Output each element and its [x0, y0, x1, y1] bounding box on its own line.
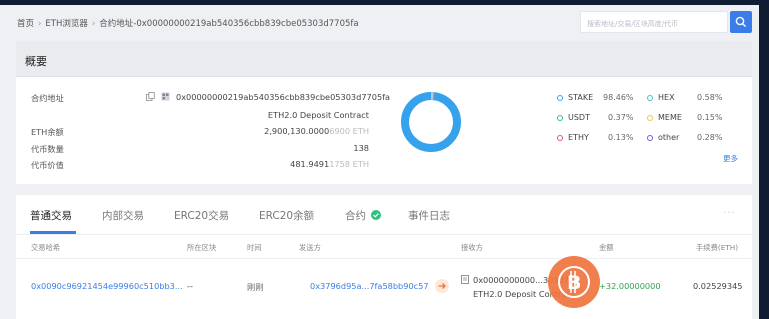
more-link[interactable]: 更多: [723, 153, 738, 164]
col-header-amount: 金额: [599, 243, 614, 252]
contract-address-label: 合约地址: [31, 93, 64, 103]
tab-contract[interactable]: 合约: [345, 208, 382, 223]
eth-balance-dim: 6900 ETH: [329, 126, 369, 136]
legend-pct-ethy: 0.13%: [608, 133, 634, 142]
tx-amount: +32.00000000: [599, 281, 661, 291]
tx-hash[interactable]: 0x0090c96921454e99960c510bb3...: [31, 281, 183, 291]
chevron-right-icon: ›: [38, 19, 42, 29]
tab-bar: 普通交易 内部交易 ERC20交易 ERC20余额 合约 事件日志 ···: [16, 195, 752, 235]
bitcoin-watermark-icon: B: [548, 256, 600, 308]
legend-name: USDT: [568, 113, 590, 122]
tx-fee: 0.02529345: [693, 281, 743, 291]
legend-pct-other: 0.28%: [697, 133, 723, 142]
copy-icon[interactable]: [146, 92, 155, 101]
col-header-to: 接收方: [461, 243, 483, 252]
donut-ring-main: [401, 92, 461, 152]
search-icon: [735, 16, 746, 27]
chevron-right-icon: ›: [91, 19, 96, 29]
col-header-hash: 交易哈希: [31, 243, 61, 252]
legend-ethy: ETHY: [557, 133, 589, 142]
legend-dot-icon: [647, 94, 653, 101]
legend-pct-hex: 0.58%: [697, 93, 723, 102]
token-count-label: 代币数量: [31, 144, 64, 154]
token-distribution-donut: [401, 92, 461, 152]
transactions-card: 普通交易 内部交易 ERC20交易 ERC20余额 合约 事件日志 ··· 交易…: [16, 195, 752, 319]
more-tabs-icon[interactable]: ···: [723, 208, 736, 219]
breadcrumb-explorer[interactable]: ETH浏览器: [45, 19, 87, 29]
legend-dot-icon: [647, 114, 653, 121]
legend-name: STAKE: [568, 93, 594, 102]
col-header-time: 时间: [247, 243, 262, 252]
legend-hex: HEX: [647, 93, 675, 102]
tab-event-logs[interactable]: 事件日志: [408, 208, 450, 223]
search-input[interactable]: 搜索地址/交易/区块高度/代币: [580, 11, 728, 33]
legend-dot-icon: [557, 134, 563, 141]
top-bar: [0, 0, 769, 5]
breadcrumb: 首页 › ETH浏览器 › 合约地址-0x00000000219ab540356cbb8…: [17, 17, 359, 29]
tx-from[interactable]: 0x3796d95a...7fa58bb90c57: [310, 281, 429, 291]
eth-balance: 2,900,130.00006900 ETH: [264, 126, 369, 136]
legend-usdt: USDT: [557, 113, 590, 122]
legend-pct-meme: 0.15%: [697, 113, 723, 122]
legend-pct-usdt: 0.37%: [608, 113, 634, 122]
col-header-from: 发送方: [299, 243, 321, 252]
tx-block: --: [187, 281, 193, 291]
legend-name: other: [658, 133, 680, 142]
legend-stake: STAKE: [557, 93, 593, 102]
legend-other: other: [647, 133, 679, 142]
active-tab-indicator: [30, 231, 76, 234]
legend-pct-stake: 98.46%: [603, 93, 634, 102]
qrcode-icon[interactable]: [161, 92, 170, 101]
tab-normal-tx[interactable]: 普通交易: [30, 208, 72, 223]
token-value-main: 481.9491: [290, 159, 330, 169]
contract-address[interactable]: 0x00000000219ab540356cbb839cbe05303d7705…: [176, 92, 390, 102]
verified-check-icon: [371, 210, 382, 220]
tab-internal-tx[interactable]: 内部交易: [102, 208, 144, 223]
token-count: 138: [353, 143, 369, 153]
tab-contract-label: 合约: [345, 210, 366, 222]
tx-time: 刚刚: [247, 282, 264, 292]
token-value-label: 代币价值: [31, 160, 64, 170]
col-header-block: 所在区块: [187, 243, 217, 252]
legend-meme: MEME: [647, 113, 682, 122]
tab-erc20-balance[interactable]: ERC20余额: [259, 208, 314, 223]
search-button[interactable]: [730, 11, 752, 33]
eth-balance-main: 2,900,130.0000: [264, 126, 330, 136]
contract-file-icon: [461, 275, 469, 284]
breadcrumb-home[interactable]: 首页: [17, 19, 34, 29]
legend-dot-icon: [647, 134, 653, 141]
breadcrumb-current: 合约地址-0x00000000219ab540356cbb839cbe05303…: [99, 19, 359, 29]
legend-name: ETHY: [568, 133, 589, 142]
contract-name: ETH2.0 Deposit Contract: [267, 110, 369, 120]
col-header-fee: 手续费(ETH): [696, 243, 739, 252]
tab-erc20-tx[interactable]: ERC20交易: [174, 208, 229, 223]
legend-dot-icon: [557, 114, 563, 121]
transfer-arrow-icon: [435, 279, 449, 293]
eth-balance-label: ETH余额: [31, 127, 64, 137]
right-edge-strip: [759, 0, 769, 319]
table-divider: [16, 258, 752, 259]
token-value-dim: 1758 ETH: [329, 159, 369, 169]
legend-name: MEME: [658, 113, 682, 122]
overview-card: 概要 合约地址 0x00000000219ab540356cbb839cbe05…: [16, 41, 752, 184]
overview-title: 概要: [16, 41, 752, 77]
token-value: 481.94911758 ETH: [290, 159, 369, 169]
legend-name: HEX: [658, 93, 675, 102]
legend-dot-icon: [557, 94, 563, 101]
